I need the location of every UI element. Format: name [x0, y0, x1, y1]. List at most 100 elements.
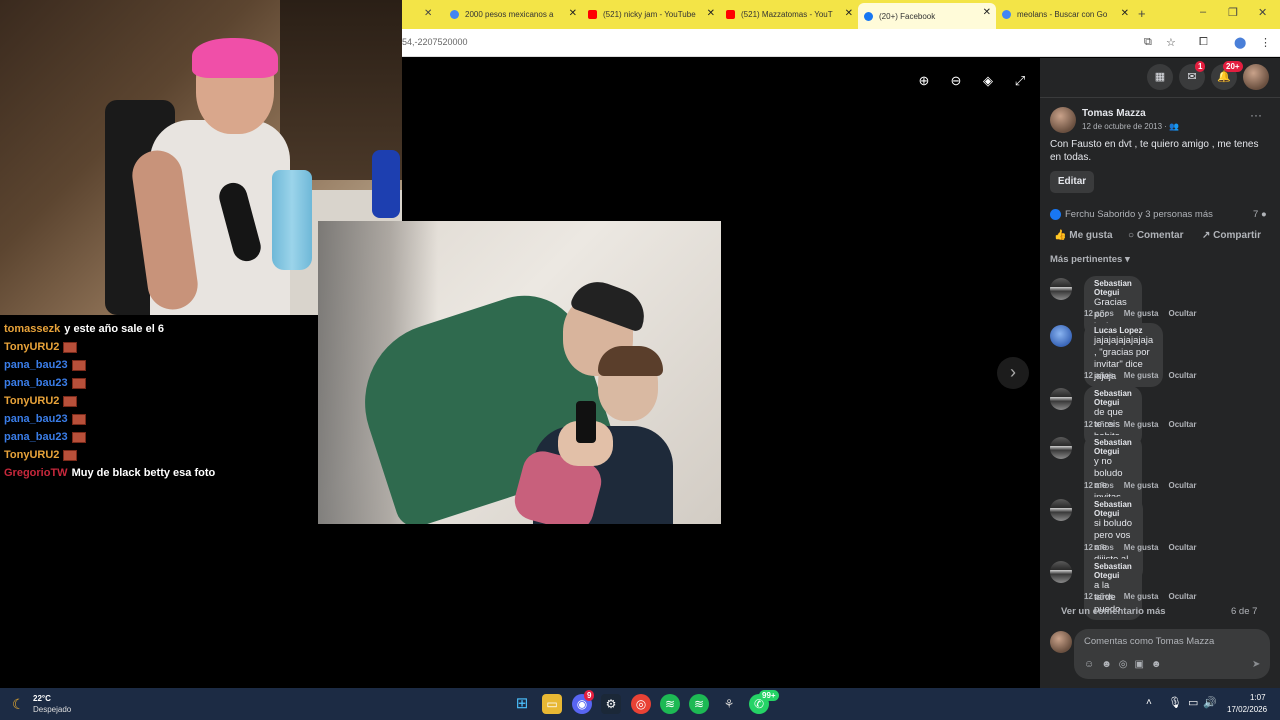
comment-author[interactable]: Sebastian Otegui — [1094, 500, 1133, 518]
comment-author[interactable]: Sebastian Otegui — [1094, 279, 1132, 297]
comment-button[interactable]: ○ Comentar — [1128, 230, 1184, 241]
comment-like-link[interactable]: Me gusta — [1124, 309, 1159, 318]
comment-input[interactable]: Comentas como Tomas Mazza ☺☻◎▣☻ ➤ — [1074, 629, 1270, 679]
chevron-up-icon[interactable]: ˄ — [1146, 697, 1152, 708]
view-more-comments-link[interactable]: Ver un comentario más — [1061, 606, 1166, 617]
chat-username[interactable]: TonyURU2 — [4, 341, 59, 353]
browser-tab[interactable]: (521) Mazzatomas - YouT ✕ — [720, 4, 858, 24]
comment-hide-link[interactable]: Ocultar — [1168, 481, 1196, 490]
comment-hide-link[interactable]: Ocultar — [1168, 371, 1196, 380]
comment-avatar[interactable] — [1050, 561, 1072, 583]
browser-tab-active[interactable]: (20+) Facebook ✕ — [858, 3, 996, 29]
close-tab-icon[interactable]: ✕ — [424, 8, 432, 19]
comment-tools-icons[interactable]: ☺☻◎▣☻ — [1084, 659, 1168, 670]
reactions-summary[interactable]: Ferchu Saborido y 3 personas más — [1065, 209, 1213, 220]
post-author[interactable]: Tomas Mazza — [1082, 108, 1146, 119]
bookmark-star-icon[interactable]: ☆ — [1166, 36, 1176, 49]
next-photo-button[interactable]: › — [997, 357, 1029, 389]
tag-icon[interactable]: ◈ — [976, 69, 1000, 93]
edit-button[interactable]: Editar — [1050, 171, 1094, 193]
microphone-icon[interactable]: 🎙 — [1168, 696, 1182, 709]
new-tab-icon[interactable]: + — [1138, 6, 1146, 21]
comment-author[interactable]: Sebastian Otegui — [1094, 562, 1132, 580]
chat-username[interactable]: pana_bau23 — [4, 359, 68, 371]
sort-comments-dropdown[interactable]: Más pertinentes ▾ — [1050, 254, 1130, 265]
comment-author[interactable]: Sebastian Otegui — [1094, 389, 1132, 407]
fullscreen-icon[interactable]: ⤢ — [1008, 69, 1032, 93]
install-app-icon[interactable]: ⧉ — [1144, 36, 1152, 49]
discord-icon[interactable]: ◉ 9 — [572, 690, 595, 714]
zoom-out-icon[interactable]: ⊖ — [944, 69, 968, 93]
menu-dots-icon[interactable]: ⋮ — [1260, 36, 1271, 49]
chat-username[interactable]: pana_bau23 — [4, 413, 68, 425]
comment-like-link[interactable]: Me gusta — [1124, 371, 1159, 380]
account-avatar[interactable] — [1243, 64, 1269, 90]
comment-like-link[interactable]: Me gusta — [1124, 481, 1159, 490]
comment-hide-link[interactable]: Ocultar — [1168, 309, 1196, 318]
comment-age[interactable]: 12 años — [1084, 543, 1114, 552]
browser-tab[interactable]: meolans - Buscar con Go ✕ — [996, 4, 1134, 24]
close-tab-icon[interactable]: ✕ — [983, 7, 991, 18]
chat-username[interactable]: tomassezk — [4, 323, 60, 335]
comment-age[interactable]: 12 años — [1084, 420, 1114, 429]
chrome-icon[interactable]: ◎ — [631, 694, 651, 714]
comment-avatar[interactable] — [1050, 388, 1072, 410]
menu-grid-icon[interactable]: ▦ — [1147, 64, 1173, 90]
share-button[interactable]: ↗ Compartir — [1202, 230, 1261, 241]
comment-author[interactable]: Lucas Lopez — [1094, 326, 1153, 335]
comment-like-link[interactable]: Me gusta — [1124, 543, 1159, 552]
close-tab-icon[interactable]: ✕ — [1121, 8, 1129, 19]
chat-username[interactable]: TonyURU2 — [4, 395, 59, 407]
minimize-icon[interactable]: – — [1200, 6, 1206, 18]
send-icon[interactable]: ➤ — [1252, 659, 1260, 670]
zoom-in-icon[interactable]: ⊕ — [912, 69, 936, 93]
post-date[interactable]: 12 de octubre de 2013 · 👥 — [1082, 122, 1179, 131]
notifications-icon[interactable]: 🔔 20+ — [1211, 61, 1243, 90]
clock-time[interactable]: 1:07 — [1250, 693, 1266, 702]
comment-avatar[interactable] — [1050, 278, 1072, 300]
network-icon[interactable]: ▭ — [1188, 696, 1198, 709]
comment-age[interactable]: 12 años — [1084, 309, 1114, 318]
comment-count[interactable]: 7 ● — [1253, 209, 1267, 220]
close-window-icon[interactable]: ✕ — [1258, 6, 1267, 19]
chat-username[interactable]: pana_bau23 — [4, 431, 68, 443]
browser-tab[interactable]: (521) nicky jam - YouTube ✕ — [582, 4, 720, 24]
whatsapp-icon[interactable]: ✆ 99+ — [749, 690, 779, 714]
messenger-icon[interactable]: ✉ 1 — [1179, 61, 1206, 90]
comment-avatar[interactable] — [1050, 437, 1072, 459]
close-tab-icon[interactable]: ✕ — [845, 8, 853, 19]
author-avatar[interactable] — [1050, 107, 1076, 133]
comment-age[interactable]: 12 años — [1084, 592, 1114, 601]
spotify-icon[interactable]: ≋ — [660, 694, 680, 714]
comment-hide-link[interactable]: Ocultar — [1168, 592, 1196, 601]
comment-hide-link[interactable]: Ocultar — [1168, 420, 1196, 429]
comment-hide-link[interactable]: Ocultar — [1168, 543, 1196, 552]
chat-username[interactable]: pana_bau23 — [4, 377, 68, 389]
comment-like-link[interactable]: Me gusta — [1124, 592, 1159, 601]
windows-start-icon[interactable]: ⊞ — [512, 694, 532, 714]
browser-tab[interactable]: 2000 pesos mexicanos a ✕ — [444, 4, 582, 24]
clock-date[interactable]: 17/02/2026 — [1227, 705, 1267, 714]
chat-username[interactable]: GregorioTW — [4, 467, 68, 479]
spotify-icon[interactable]: ≋ — [689, 694, 709, 714]
comment-like-link[interactable]: Me gusta — [1124, 420, 1159, 429]
like-button[interactable]: 👍 Me gusta — [1054, 230, 1113, 241]
weather-temp[interactable]: 22°C — [33, 694, 51, 703]
steam-icon[interactable]: ⚙ — [601, 694, 621, 714]
volume-icon[interactable]: 🔊 — [1203, 696, 1217, 709]
maximize-icon[interactable]: ❐ — [1228, 6, 1238, 19]
comment-author[interactable]: Sebastian Otegui — [1094, 438, 1132, 456]
app-icon[interactable]: ⚘ — [719, 694, 739, 714]
profile-icon[interactable]: ⬤ — [1234, 36, 1246, 49]
weather-desc[interactable]: Despejado — [33, 705, 71, 714]
comment-avatar[interactable] — [1050, 499, 1072, 521]
url-text[interactable]: 54,-2207520000 — [402, 37, 468, 47]
comment-age[interactable]: 12 años — [1084, 481, 1114, 490]
comment-avatar[interactable] — [1050, 325, 1072, 347]
close-tab-icon[interactable]: ✕ — [569, 8, 577, 19]
more-options-icon[interactable]: ··· — [1250, 108, 1262, 122]
close-tab-icon[interactable]: ✕ — [707, 8, 715, 19]
file-explorer-icon[interactable]: ▭ — [542, 694, 562, 714]
comment-age[interactable]: 12 años — [1084, 371, 1114, 380]
chat-username[interactable]: TonyURU2 — [4, 449, 59, 461]
